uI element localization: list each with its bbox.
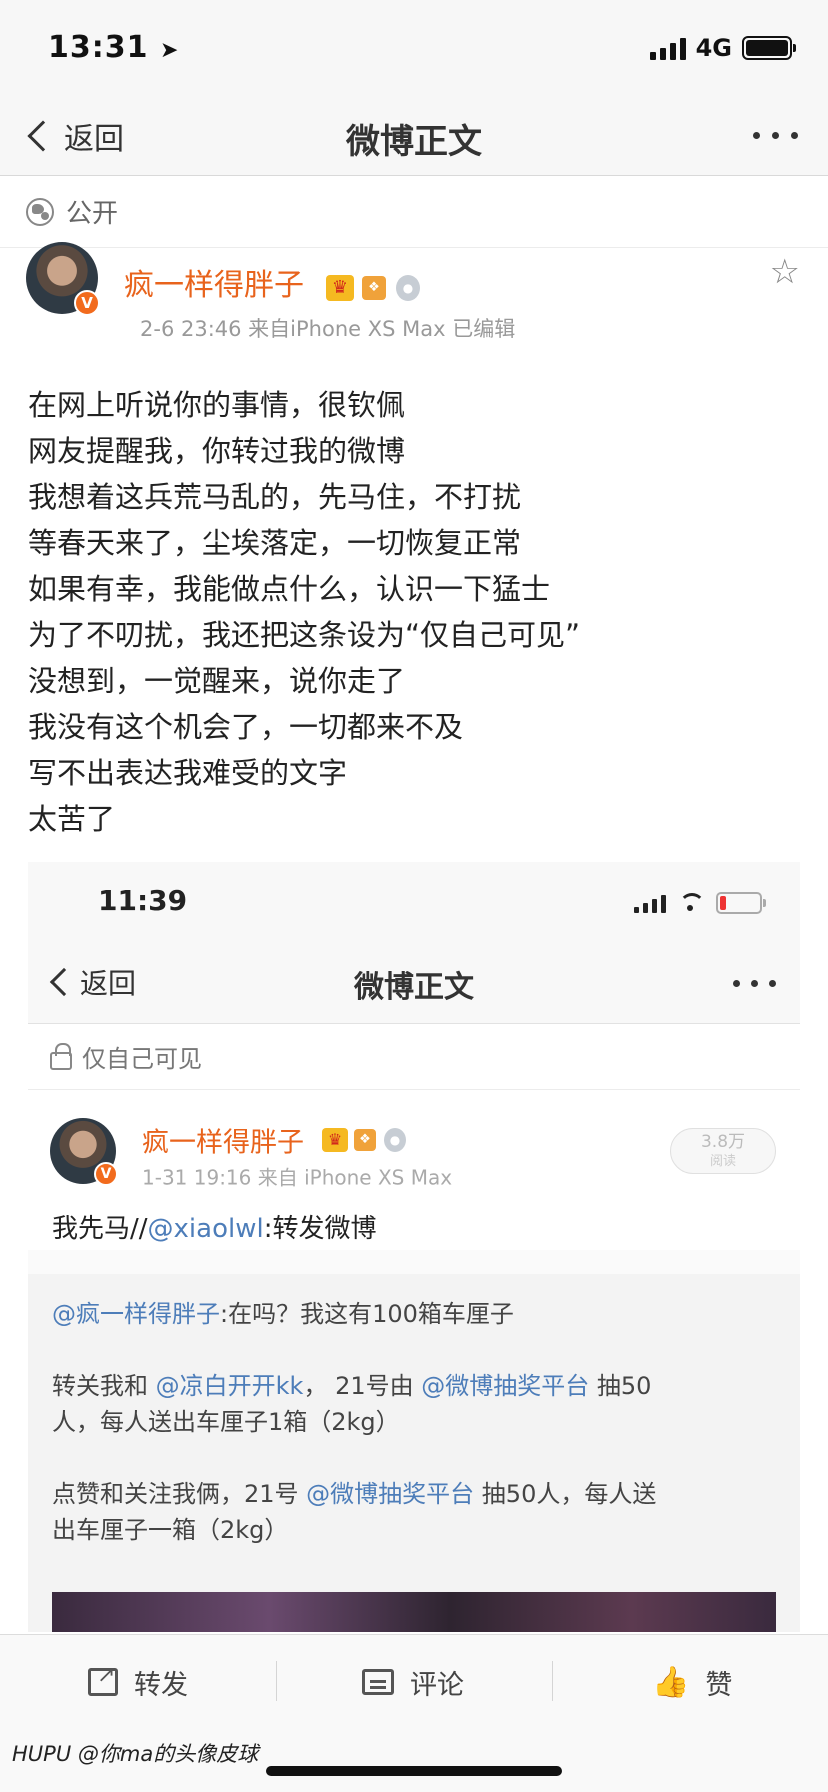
member-badge-icon: ❖ [362,276,386,300]
post-line: 太苦了 [28,802,116,836]
repost-line: 出车厘子一箱（2kg） [52,1516,289,1544]
battery-icon [742,36,796,60]
repost-mention: @疯一样得胖子 [52,1300,220,1328]
avatar[interactable]: V [26,242,100,316]
verified-badge: V [74,290,100,316]
username[interactable]: 疯一样得胖子 [124,260,304,304]
read-label: 阅读 [709,1154,736,1169]
embedded-nav-bar: 返回 微博正文 [28,942,800,1024]
status-indicators: 4G [649,34,796,62]
embedded-username: 疯一样得胖子 [142,1127,304,1159]
repost-line: @疯一样得胖子:在吗？我这有100箱车厘子 [52,1294,514,1329]
repost-text: ， 21号由 [303,1372,422,1400]
embedded-repost: @疯一样得胖子:在吗？我这有100箱车厘子 转关我和 @凉白开开kk， 21号由… [28,1274,800,1632]
signal-icon [634,893,666,913]
repost-line: 人，每人送出车厘子1箱（2kg） [52,1408,400,1436]
repost-line: 点赞和关注我俩，21号 @微博抽奖平台 抽50人，每人送 [52,1474,656,1509]
embedded-meta: 1-31 19:16 来自 iPhone XS Max [142,1165,453,1190]
repost-text: 转关我和 [52,1372,156,1400]
thumbs-up-icon: 👍 [652,1664,690,1700]
crown-badge-icon: ♛ [322,1128,348,1152]
embedded-text-prefix: 我先马// [52,1214,148,1244]
post-line: 没想到，一觉醒来，说你走了 [28,664,406,698]
visibility-row: 公开 [0,176,828,248]
post-line: 等春天来了，尘埃落定，一切恢复正常 [28,526,522,560]
post-line: 在网上听说你的事情，很钦佩 [28,388,406,422]
repost-text: 点赞和关注我俩，21号 [52,1480,307,1508]
embedded-title: 微博正文 [354,970,474,1005]
post-line: 我想着这兵荒马乱的，先马住，不打扰 [28,480,522,514]
toolbar-divider [552,1661,553,1701]
globe-icon [26,197,54,226]
medal-badge-icon: ● [384,1128,406,1152]
repost-text: 抽50 [589,1372,652,1400]
repost-button[interactable]: 转发 [88,1635,188,1729]
nav-bar: 返回 微博正文 [0,96,828,176]
post-line: 我没有这个机会了，一切都来不及 [28,710,464,744]
network-type: 4G [695,34,732,62]
embedded-text-suffix: :转发微博 [263,1214,377,1244]
repost-mention: @凉白开开kk [155,1372,304,1400]
embedded-status-bar: 11:39 [28,862,800,942]
post-line: 为了不叨扰，我还把这条设为“仅自己可见” [28,618,581,652]
post-line: 网友提醒我，你转过我的微博 [28,434,406,468]
embedded-mention: @xiaolwl [147,1214,264,1244]
embedded-visibility-label: 仅自己可见 [82,1045,202,1073]
watermark: HUPU @你ma的头像皮球 [12,1742,259,1766]
repost-mention: @微博抽奖平台 [306,1480,475,1508]
repost-text: 抽50人，每人送 [474,1480,657,1508]
share-icon [88,1663,118,1696]
status-time: 13:31 ➤ [48,30,179,65]
embedded-post-text: 我先马//@xiaolwl:转发微博 [52,1208,376,1245]
read-count: 3.8万 [700,1132,746,1152]
repost-label: 转发 [134,1669,188,1701]
visibility-label: 公开 [66,199,119,229]
repost-text: :在吗？我这有100箱车厘子 [220,1300,514,1328]
battery-icon [716,892,766,914]
member-badge-icon: ❖ [354,1129,376,1151]
more-icon [733,980,776,987]
repost-image [52,1592,776,1632]
embedded-avatar: V [50,1118,118,1186]
lock-icon [50,1042,72,1070]
comment-label: 评论 [410,1669,464,1701]
embedded-status-indicators [634,892,766,914]
comment-button[interactable]: 评论 [362,1635,464,1729]
repost-line: 转关我和 @凉白开开kk， 21号由 @微博抽奖平台 抽50 [52,1366,651,1401]
toolbar-divider [276,1661,277,1701]
like-label: 赞 [705,1669,733,1701]
comment-icon [362,1669,394,1695]
embedded-visibility-row: 仅自己可见 [28,1024,800,1090]
repost-mention: @微博抽奖平台 [421,1372,590,1400]
crown-badge-icon: ♛ [326,275,354,301]
page-title: 微博正文 [346,122,482,162]
post-meta: 2-6 23:46 来自iPhone XS Max 已编辑 [140,317,516,341]
signal-icon [649,36,686,60]
status-bar: 13:31 ➤ 4G [0,0,828,96]
like-button[interactable]: 👍 赞 [652,1635,732,1729]
post-line: 写不出表达我难受的文字 [28,756,348,790]
post-line: 如果有幸，我能做点什么，认识一下猛士 [28,572,551,606]
verified-badge: V [94,1162,118,1186]
location-arrow-icon: ➤ [159,38,180,63]
post-body: 在网上听说你的事情，很钦佩 网友提醒我，你转过我的微博 我想着这兵荒马乱的，先马… [28,382,580,842]
embedded-status-time: 11:39 [98,884,188,917]
wifi-icon [678,893,705,913]
star-icon[interactable]: ☆ [770,252,800,292]
embedded-screenshot[interactable]: 11:39 返回 微博正文 仅自己可见 V 疯一样得胖子 ♛ ❖ ● 1-31 … [28,862,800,1632]
bottom-toolbar: 转发 评论 👍 赞 [0,1634,828,1728]
bottom-area: HUPU @你ma的头像皮球 [0,1728,828,1792]
read-count-badge: 3.8万 阅读 [670,1128,776,1174]
status-time-text: 13:31 [48,30,149,65]
medal-badge-icon: ● [396,275,420,301]
home-indicator[interactable] [266,1766,562,1776]
more-icon[interactable] [753,132,798,139]
